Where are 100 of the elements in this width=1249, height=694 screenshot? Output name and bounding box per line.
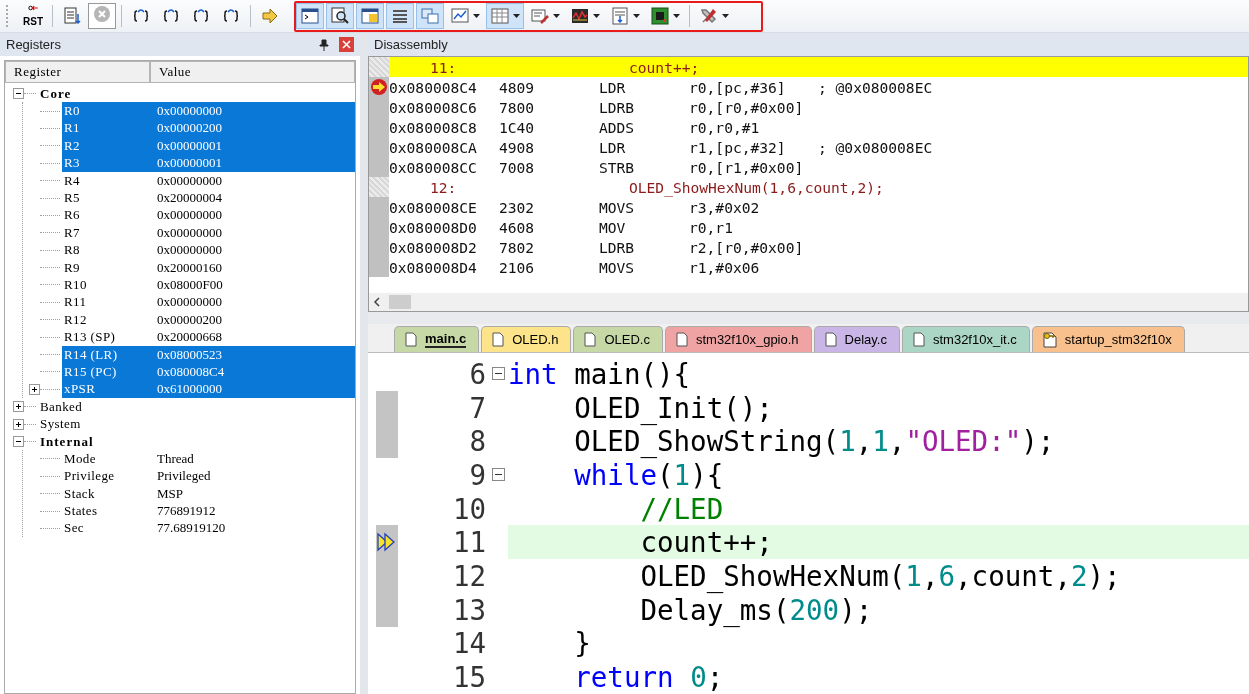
- file-tab[interactable]: main.c: [394, 326, 480, 352]
- register-name: R7: [64, 224, 81, 241]
- line-number: 8: [468, 425, 487, 458]
- operands: r0,[r1,#0x00]: [689, 158, 805, 176]
- operands: r1,[pc,#32]: [689, 138, 787, 156]
- file-tab[interactable]: stm32f10x_gpio.h: [664, 326, 812, 352]
- register-name: R5: [64, 190, 81, 207]
- register-name: Mode: [64, 450, 97, 467]
- document-list-icon: [62, 6, 82, 26]
- register-row[interactable]: R0 0x00000000: [62, 102, 355, 120]
- address: 0x080008D2: [389, 238, 478, 256]
- register-row[interactable]: R2 0x00000001: [62, 137, 355, 155]
- register-value: 0x20000160: [157, 259, 222, 276]
- register-row[interactable]: R7 0x00000000: [62, 224, 355, 242]
- register-name: R10: [64, 277, 88, 293]
- register-row[interactable]: R14 (LR) 0x08000523: [62, 345, 355, 364]
- expand-icon[interactable]: [29, 383, 40, 395]
- expand-icon[interactable]: [13, 418, 24, 430]
- caret-icon: [673, 14, 680, 18]
- file-icon: [405, 332, 417, 347]
- address: 0x080008D0: [389, 218, 478, 236]
- register-row[interactable]: Banked: [38, 398, 355, 416]
- code-line: while(1){: [573, 458, 725, 492]
- register-row[interactable]: R12 0x00000200: [62, 311, 355, 329]
- register-row[interactable]: Privilege Privileged: [62, 467, 355, 485]
- line-number: 12: [451, 559, 487, 592]
- register-row[interactable]: Stack MSP: [62, 485, 355, 503]
- opcode: 2302: [499, 198, 536, 216]
- toolbar-button[interactable]: [296, 3, 324, 29]
- file-tab[interactable]: stm32f10x_it.c: [901, 326, 1030, 352]
- operands: r0,r1: [689, 218, 734, 236]
- address: 0x080008CA: [389, 138, 478, 156]
- register-name: R0: [64, 103, 81, 120]
- scroll-left-icon[interactable]: [373, 297, 381, 307]
- caret-icon: [473, 14, 480, 18]
- grid-icon: [490, 6, 510, 26]
- file-icon: [912, 332, 925, 347]
- line-number: 10: [451, 492, 487, 525]
- toolbar-button[interactable]: [356, 3, 384, 29]
- close-icon[interactable]: [339, 37, 354, 52]
- register-value: 0x08000F00: [157, 277, 223, 293]
- register-value: 0x20000668: [157, 329, 222, 346]
- horizontal-scrollbar[interactable]: [369, 293, 1248, 311]
- toolbar-button[interactable]: [326, 3, 354, 29]
- register-row[interactable]: R4 0x00000000: [62, 171, 355, 190]
- source-line-number: 12:: [429, 178, 458, 196]
- operands: r0,[pc,#36]: [689, 78, 787, 96]
- margin-cell: [369, 257, 389, 277]
- register-row[interactable]: R5 0x20000004: [62, 189, 355, 207]
- register-row[interactable]: R10 0x08000F00: [62, 276, 355, 294]
- register-name: R2: [64, 137, 81, 154]
- pin-icon[interactable]: [319, 38, 329, 51]
- margin-cell: [369, 177, 389, 197]
- register-row[interactable]: R8 0x00000000: [62, 241, 355, 259]
- register-row[interactable]: States 776891912: [62, 502, 355, 520]
- register-row[interactable]: System: [38, 415, 355, 433]
- caret-icon: [513, 14, 520, 18]
- key-file-icon: [1042, 331, 1057, 348]
- collapse-icon[interactable]: [13, 88, 24, 100]
- operands: r1,#0x06: [689, 258, 761, 276]
- register-name: Internal: [40, 433, 95, 450]
- column-header[interactable]: Register: [5, 61, 150, 83]
- register-row[interactable]: R6 0x00000000: [62, 206, 355, 225]
- register-value: 0x080008C4: [157, 363, 225, 380]
- register-name: R14 (LR): [64, 346, 119, 363]
- opcode: 4908: [499, 138, 536, 156]
- fold-icon[interactable]: [491, 367, 505, 381]
- opcode: 1C40: [499, 118, 536, 136]
- column-header[interactable]: Value: [150, 61, 355, 83]
- file-tab[interactable]: OLED.c: [573, 326, 663, 352]
- register-row[interactable]: Core: [38, 85, 355, 103]
- file-tab[interactable]: startup_stm32f10x: [1031, 326, 1185, 352]
- register-name: R8: [64, 242, 81, 259]
- operands: r0,[r0,#0x00]: [689, 98, 805, 116]
- register-value: 0x00000200: [157, 120, 222, 137]
- fold-icon[interactable]: [491, 468, 505, 482]
- register-row[interactable]: Internal: [38, 432, 355, 451]
- register-row[interactable]: Sec 77.68919120: [62, 519, 355, 538]
- collapse-icon[interactable]: [13, 436, 24, 447]
- register-name: R4: [64, 172, 81, 189]
- code-line: OLED_ShowString(1,1,"OLED:");: [573, 425, 1056, 459]
- comment: ; @0x080008EC: [818, 138, 933, 156]
- file-tab[interactable]: OLED.h: [481, 326, 572, 352]
- register-row[interactable]: R15 (PC) 0x080008C4: [62, 363, 355, 381]
- expand-icon[interactable]: [13, 401, 24, 413]
- operands: r0,r0,#1: [689, 118, 761, 136]
- toolbar-button[interactable]: RST: [19, 3, 47, 29]
- caret-icon: [553, 14, 560, 18]
- register-row[interactable]: R11 0x00000000: [62, 293, 355, 312]
- margin-cell: [369, 197, 389, 217]
- code-line: return 0;: [573, 660, 725, 694]
- file-tab[interactable]: Delay.c: [813, 326, 900, 352]
- register-row[interactable]: R13 (SP) 0x20000668: [62, 328, 355, 346]
- scrollbar-thumb[interactable]: [389, 295, 411, 309]
- line-number: 11: [451, 526, 487, 559]
- register-row[interactable]: Mode Thread: [62, 450, 355, 468]
- register-value: 0x00000000: [157, 224, 222, 241]
- mnemonic: MOV: [599, 218, 627, 236]
- register-name: Core: [40, 85, 73, 102]
- register-row[interactable]: R9 0x20000160: [62, 258, 355, 277]
